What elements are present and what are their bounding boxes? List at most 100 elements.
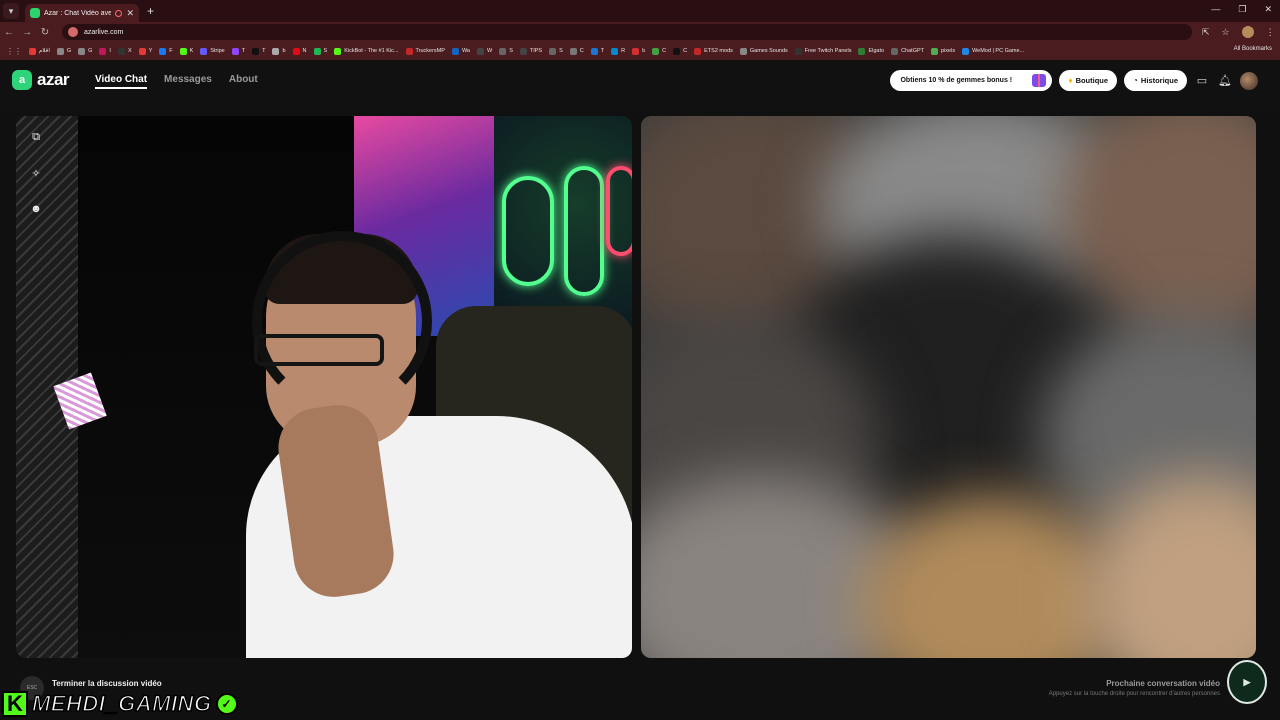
apps-grid-icon[interactable]: ⋮⋮: [6, 47, 22, 56]
partner-video: [641, 116, 1256, 658]
bookmark-label: Elgato: [868, 48, 885, 54]
bookmark-item[interactable]: b: [632, 47, 645, 55]
window-controls: — ❐ ✕: [1211, 4, 1272, 15]
azar-logo[interactable]: a azar: [12, 70, 70, 90]
bookmark-item[interactable]: W: [476, 47, 492, 55]
nav-about[interactable]: About: [229, 74, 258, 89]
bookmark-favicon-icon: [962, 47, 970, 55]
bookmark-item[interactable]: ChatGPT: [891, 47, 924, 55]
bookmark-item[interactable]: TruckersMP: [405, 47, 445, 55]
bookmark-item[interactable]: C: [652, 47, 666, 55]
bookmark-item[interactable]: S: [549, 47, 563, 55]
magic-filter-icon[interactable]: ✧: [29, 166, 43, 180]
bookmark-item[interactable]: T: [231, 47, 246, 55]
neon-light-red: [606, 166, 632, 256]
close-window-icon[interactable]: ✕: [1264, 4, 1272, 15]
bookmark-favicon-icon: [138, 47, 146, 55]
menu-icon[interactable]: ⋮: [1266, 27, 1275, 38]
minimize-icon[interactable]: —: [1211, 4, 1220, 15]
boutique-button[interactable]: ♦ Boutique: [1059, 70, 1118, 91]
close-tab-icon[interactable]: ✕: [126, 8, 134, 19]
bookmark-item[interactable]: S: [313, 47, 327, 55]
bookmark-item[interactable]: Free Twitch Panels: [794, 47, 852, 55]
new-tab-icon[interactable]: +: [147, 4, 154, 18]
bookmark-item[interactable]: اقلام: [29, 47, 50, 55]
reload-icon[interactable]: ↻: [36, 27, 54, 38]
bookmark-item[interactable]: G: [56, 47, 72, 55]
nav-video-chat[interactable]: Video Chat: [95, 74, 148, 89]
bookmark-label: Y: [148, 48, 153, 54]
glasses: [254, 334, 384, 366]
next-chat-title[interactable]: Prochaine conversation vidéo: [1106, 679, 1220, 688]
next-chat-button[interactable]: ▶: [1227, 660, 1267, 704]
browser-tab-bar: ▾ Azar : Chat Vidéo avec de n ✕ + — ❐ ✕: [0, 0, 1280, 22]
install-icon[interactable]: ⇱: [1202, 27, 1210, 38]
url-field[interactable]: azarlive.com: [62, 24, 1192, 40]
bookmark-label: pixels: [941, 48, 956, 54]
bookmark-item[interactable]: WeMod | PC Game...: [962, 47, 1024, 55]
all-bookmarks-button[interactable]: All Bookmarks: [1234, 46, 1272, 52]
bookmark-item[interactable]: TIPS: [519, 47, 543, 55]
bookmark-item[interactable]: Stripe: [200, 47, 225, 55]
browser-tab[interactable]: Azar : Chat Vidéo avec de n ✕: [25, 4, 139, 22]
header-actions: Obtiens 10 % de gemmes bonus ! ♦ Boutiqu…: [890, 70, 1258, 91]
bookmark-item[interactable]: KickBot - The #1 Kic...: [334, 47, 399, 55]
bookmark-item[interactable]: pixels: [931, 47, 956, 55]
bookmark-item[interactable]: Wa: [451, 47, 470, 55]
bookmark-label: S: [559, 48, 563, 54]
bookmark-item[interactable]: N: [292, 47, 307, 55]
profile-avatar[interactable]: [1241, 26, 1254, 38]
picture-in-picture-icon[interactable]: ⧉: [29, 130, 43, 144]
end-call-label[interactable]: Terminer la discussion vidéo: [52, 679, 162, 688]
bookmark-item[interactable]: Elgato: [858, 47, 885, 55]
notification-bell-icon[interactable]: 🔔︎: [1217, 73, 1233, 89]
bookmark-item[interactable]: C: [673, 47, 687, 55]
bookmark-item[interactable]: Y: [138, 47, 153, 55]
bookmark-label: اقلام: [39, 48, 50, 54]
bookmark-label: Wa: [461, 48, 470, 54]
bookmark-label: Games Sounds: [749, 48, 788, 54]
url-text: azarlive.com: [84, 28, 124, 36]
recording-icon: [115, 9, 123, 17]
tab-search-icon[interactable]: ▾: [3, 3, 19, 19]
bookmark-item[interactable]: X: [117, 47, 132, 55]
back-icon[interactable]: ←: [0, 27, 18, 38]
bookmark-star-icon[interactable]: ☆: [1222, 27, 1230, 38]
bookmark-favicon-icon: [632, 47, 640, 55]
bookmark-label: TruckersMP: [415, 48, 445, 54]
sticker-icon[interactable]: ☻: [29, 202, 43, 216]
bookmark-label: Free Twitch Panels: [804, 48, 852, 54]
video-side-tools: ⧉ ✧ ☻: [29, 130, 43, 216]
bookmark-item[interactable]: R: [611, 47, 625, 55]
bookmark-item[interactable]: F: [159, 47, 173, 55]
azar-favicon: [30, 8, 40, 18]
site-info-icon[interactable]: [68, 27, 78, 37]
bookmark-item[interactable]: G: [78, 47, 92, 55]
gems-promo-button[interactable]: Obtiens 10 % de gemmes bonus !: [890, 70, 1053, 91]
bookmark-label: TIPS: [529, 48, 543, 54]
bookmark-favicon-icon: [931, 47, 939, 55]
forward-icon[interactable]: →: [18, 27, 36, 38]
bookmark-label: T: [241, 48, 246, 54]
bookmark-item[interactable]: T: [252, 47, 265, 55]
bookmark-label: G: [66, 48, 72, 54]
bookmark-favicon-icon: [451, 47, 459, 55]
bookmark-item[interactable]: S: [499, 47, 513, 55]
bookmark-label: I: [109, 48, 111, 54]
bookmark-item[interactable]: b: [272, 47, 286, 55]
bookmark-favicon-icon: [519, 47, 527, 55]
bookmark-item[interactable]: Games Sounds: [739, 47, 788, 55]
bookmark-favicon-icon: [499, 47, 507, 55]
tab-title: Azar : Chat Vidéo avec de n: [44, 9, 112, 17]
maximize-icon[interactable]: ❐: [1238, 4, 1246, 15]
bookmark-item[interactable]: ETS2 mods: [694, 47, 733, 55]
user-avatar[interactable]: [1240, 71, 1258, 90]
bookmark-item[interactable]: T: [590, 47, 604, 55]
bookmark-item[interactable]: C: [569, 47, 584, 55]
bookmark-item[interactable]: K: [179, 47, 193, 55]
historique-button[interactable]: ◔ Historique: [1124, 70, 1187, 91]
bookmark-item[interactable]: I: [99, 47, 111, 55]
bookmark-favicon-icon: [549, 47, 557, 55]
nav-messages[interactable]: Messages: [164, 74, 212, 89]
inbox-icon[interactable]: ▭: [1194, 73, 1210, 89]
